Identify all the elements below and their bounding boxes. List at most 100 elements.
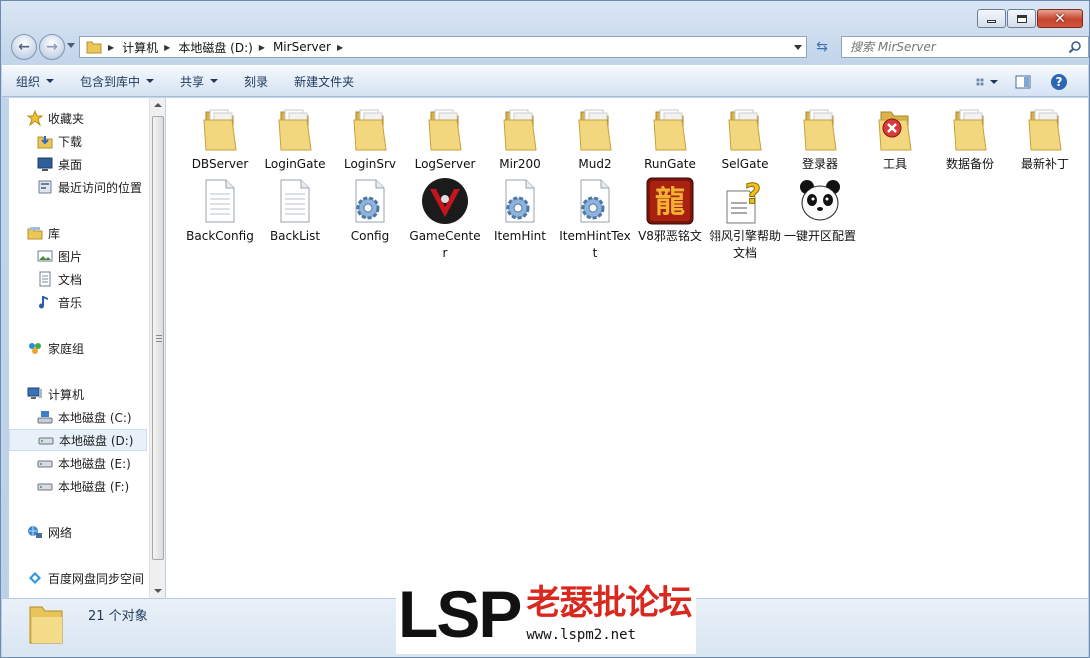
file-name: ItemHintText [559,229,631,260]
documents-icon [37,271,53,287]
back-button[interactable]: ← [11,34,37,60]
download-folder-icon [37,133,53,149]
organize-menu[interactable]: 组织 [16,73,55,90]
file-item[interactable]: GameCenter [408,176,482,262]
sidebar-item-desktop[interactable]: 桌面 [9,153,147,175]
breadcrumb-separator[interactable]: ▶ [337,43,343,52]
sidebar-item-music[interactable]: 音乐 [9,291,147,313]
text-file-icon [195,176,245,226]
sidebar-item-label: 本地磁盘 (E:) [58,456,131,471]
scroll-up-icon[interactable] [154,103,162,107]
file-item[interactable]: RunGate [633,104,707,173]
config-file-icon [495,176,545,226]
file-item[interactable]: LogServer [408,104,482,173]
maximize-icon [1016,14,1027,23]
breadcrumb-separator[interactable]: ▶ [108,43,114,52]
file-item[interactable]: Mud2 [558,104,632,173]
breadcrumb-separator[interactable]: ▶ [259,43,265,52]
sidebar-item-drive-e[interactable]: 本地磁盘 (E:) [9,452,147,474]
sidebar-item-drive-f[interactable]: 本地磁盘 (F:) [9,475,147,497]
refresh-button[interactable]: ⇆ [810,36,834,58]
sidebar-item-downloads[interactable]: 下载 [9,130,147,152]
sidebar-item-label: 桌面 [58,157,83,172]
breadcrumb-mirserver[interactable]: MirServer [273,40,331,54]
sidebar-item-computer[interactable]: 计算机 [9,383,147,405]
file-item[interactable]: BackConfig [183,176,257,245]
file-name: 数据备份 [945,157,994,171]
sidebar-item-pictures[interactable]: 图片 [9,245,147,267]
file-item[interactable]: Config [333,176,407,245]
scroll-down-icon[interactable] [154,589,162,593]
change-view-button[interactable] [976,71,998,93]
sidebar-item-label: 网络 [48,525,73,540]
file-list[interactable]: DBServer LoginGate LoginSrv LogServer Mir200… [166,98,1088,598]
sidebar-item-label: 音乐 [58,295,83,310]
search-box[interactable] [841,36,1089,58]
search-icon[interactable] [1068,40,1082,54]
file-item[interactable]: 最新补丁 [1008,104,1082,173]
file-item[interactable]: ItemHintText [558,176,632,262]
minimize-button[interactable] [977,9,1006,28]
file-item[interactable]: BackList [258,176,332,245]
sidebar-item-label: 家庭组 [48,341,85,356]
share-menu[interactable]: 共享 [180,73,219,90]
maximize-button[interactable] [1007,9,1036,28]
command-bar: 组织 包含到库中 共享 刻录 新建文件夹 ? [2,65,1088,97]
view-tools: ? [962,71,1070,93]
file-item[interactable]: LoginSrv [333,104,407,173]
address-bar[interactable]: ▶ 计算机 ▶ 本地磁盘 (D:) ▶ MirServer ▶ [79,36,807,58]
folder-icon [420,104,470,154]
sidebar-item-drive-d[interactable]: 本地磁盘 (D:) [9,429,147,451]
watermark-lsp-text: LSP [398,577,522,651]
file-item[interactable]: 数据备份 [933,104,1007,173]
file-item[interactable]: 一键开区配置 [783,176,857,245]
sidebar-item-favorites[interactable]: 收藏夹 [9,107,147,129]
gamecenter-app-icon [420,176,470,226]
sidebar-item-label: 最近访问的位置 [58,180,143,195]
recent-pages-dropdown[interactable] [67,43,75,48]
close-button[interactable]: ✕ [1037,9,1083,28]
sidebar-item-drive-c[interactable]: 本地磁盘 (C:) [9,406,147,428]
sidebar-item-documents[interactable]: 文档 [9,268,147,290]
svg-text:?: ? [1056,75,1063,89]
breadcrumb-computer[interactable]: 计算机 [122,39,158,56]
forward-button[interactable]: → [39,34,65,60]
file-item[interactable]: SelGate [708,104,782,173]
folder-icon [495,104,545,154]
file-item[interactable]: 工具 [858,104,932,173]
recent-places-icon [37,179,53,195]
breadcrumb-separator[interactable]: ▶ [164,43,170,52]
file-item[interactable]: LoginGate [258,104,332,173]
drive-icon [37,478,53,494]
scrollbar-thumb[interactable] [152,116,164,560]
file-item[interactable]: DBServer [183,104,257,173]
file-item[interactable]: ? 翎风引擎帮助文档 [708,176,782,262]
pictures-icon [37,248,53,264]
include-in-library-menu[interactable]: 包含到库中 [80,73,155,90]
folder-icon [345,104,395,154]
help-button[interactable]: ? [1048,71,1070,93]
burn-button[interactable]: 刻录 [244,73,268,90]
file-item[interactable]: 登录器 [783,104,857,173]
file-item[interactable]: Mir200 [483,104,557,173]
new-folder-button[interactable]: 新建文件夹 [294,73,354,90]
address-dropdown-icon[interactable] [794,45,802,50]
sidebar-item-recent-places[interactable]: 最近访问的位置 [9,176,147,198]
breadcrumb-drive-d[interactable]: 本地磁盘 (D:) [178,39,252,56]
sidebar-scrollbar[interactable] [149,98,165,598]
file-item[interactable]: ItemHint [483,176,557,245]
network-icon [27,524,43,540]
dragon-app-icon: 龍 [645,176,695,226]
watermark-cn: 老瑟批论坛 [526,583,692,624]
file-item[interactable]: 龍 V8邪恶铭文 [633,176,707,245]
preview-pane-button[interactable] [1012,71,1034,93]
help-icon: ? [1051,74,1067,90]
search-input[interactable] [850,40,1060,54]
item-count: 21 个对象 [88,609,148,624]
sidebar-item-label: 图片 [58,249,83,264]
sidebar-item-network[interactable]: 网络 [9,521,147,543]
file-name: BackConfig [186,229,254,243]
sidebar-item-homegroup[interactable]: 家庭组 [9,337,147,359]
sidebar-item-libraries[interactable]: 库 [9,222,147,244]
sidebar-item-baidu-sync[interactable]: 百度网盘同步空间 [9,567,147,589]
